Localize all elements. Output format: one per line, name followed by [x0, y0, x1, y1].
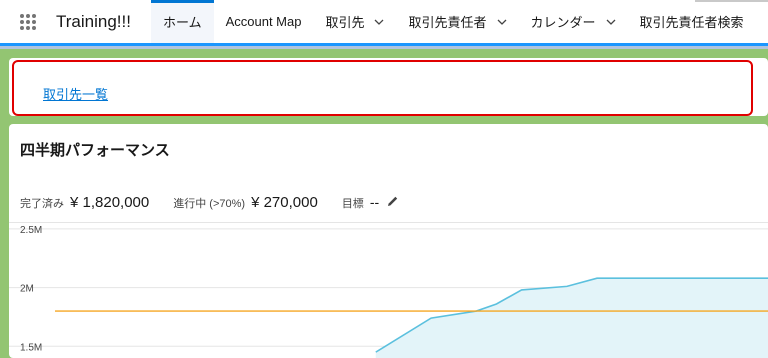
goal-value: --	[369, 194, 380, 210]
goal-label: 目標	[341, 198, 364, 210]
tab-label: Account Map	[225, 14, 302, 29]
chevron-down-icon[interactable]	[606, 19, 616, 25]
global-nav: Training!!! ホーム Account Map 取引先 取引先責任者 カ…	[0, 0, 768, 46]
highlight-box	[12, 60, 753, 116]
header-edge	[695, 0, 768, 2]
tab-contact-search[interactable]: 取引先責任者検索	[628, 0, 756, 43]
performance-stats: 完了済み ¥ 1,820,000 進行中 (>70%) ¥ 270,000 目標…	[20, 194, 399, 211]
app-launcher-icon	[20, 13, 36, 30]
tab-label: 取引先責任者	[408, 15, 487, 30]
open-value: ¥ 270,000	[251, 194, 318, 211]
tab-label: ホーム	[162, 15, 202, 30]
pencil-icon	[388, 196, 398, 206]
tab-accounts[interactable]: 取引先	[313, 0, 396, 43]
tab-account-map[interactable]: Account Map	[214, 0, 314, 43]
app-name: Training!!!	[56, 11, 131, 31]
app-launcher-button[interactable]	[0, 0, 56, 43]
tab-label: カレンダー	[530, 15, 596, 30]
edit-goal-button[interactable]	[387, 195, 399, 207]
tab-label: 取引先	[325, 15, 365, 30]
performance-chart: 2.5M 2M 1.5M	[9, 225, 768, 358]
chevron-down-icon[interactable]	[374, 19, 384, 25]
y-tick-label: 2.5M	[20, 225, 42, 236]
tab-label: 取引先責任者検索	[639, 15, 744, 30]
closed-value: ¥ 1,820,000	[70, 194, 150, 211]
tab-calendar[interactable]: カレンダー	[519, 0, 628, 43]
y-tick-label: 2M	[20, 284, 34, 295]
chevron-down-icon[interactable]	[497, 19, 507, 25]
tab-contacts[interactable]: 取引先責任者	[396, 0, 518, 43]
tab-home[interactable]: ホーム	[150, 0, 214, 43]
y-tick-label: 1.5M	[20, 342, 42, 353]
closed-label: 完了済み	[20, 198, 64, 210]
open-label: 進行中 (>70%)	[173, 198, 246, 210]
performance-title: 四半期パフォーマンス	[20, 142, 170, 159]
account-list-link[interactable]: 取引先一覧	[43, 84, 108, 103]
